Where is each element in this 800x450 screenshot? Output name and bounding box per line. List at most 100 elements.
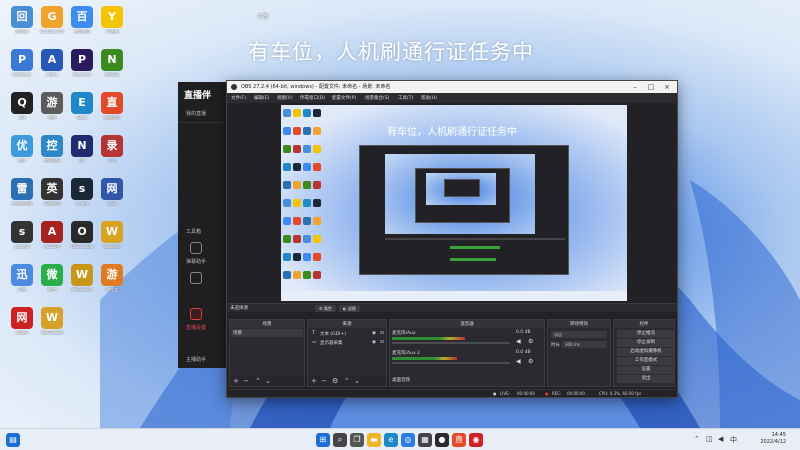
desktop-icon[interactable]: 直直播伴侣: [94, 92, 130, 120]
network-icon[interactable]: ◫: [706, 435, 713, 443]
obs-titlebar[interactable]: OBS 27.2.4 (64-bit, windows) - 配置文件: 未命名…: [227, 81, 677, 93]
filters-button[interactable]: ◐ 滤镜: [339, 305, 360, 312]
gear-icon[interactable]: ⚙: [528, 339, 534, 345]
lock-icon[interactable]: ⊡: [380, 340, 384, 345]
live-app-item-danmu[interactable]: 弹幕助手: [186, 258, 206, 265]
live-app-item-settings[interactable]: 直播设置: [186, 324, 206, 331]
mixer-channel-1-slider[interactable]: [392, 342, 510, 344]
desktop-icon[interactable]: 游游戏盒: [94, 264, 130, 292]
recycle-bin-icon: 回: [11, 6, 33, 28]
desktop-icon[interactable]: 录录屏: [94, 135, 130, 163]
browser-icon[interactable]: ◎: [401, 433, 415, 447]
exit-button[interactable]: 退出: [617, 375, 675, 383]
desktop-icon[interactable]: 网网易: [94, 178, 130, 206]
taskbar-clock[interactable]: 14:45 2022/4/12: [760, 432, 786, 446]
menu-view[interactable]: 视图(V): [277, 95, 293, 101]
input-method-icon[interactable]: 中: [730, 435, 737, 445]
live-app-item-toolbox[interactable]: 工具箱: [186, 228, 201, 235]
chevron-up-icon[interactable]: ⌃: [694, 435, 700, 443]
move-down-icon[interactable]: ⌄: [265, 377, 271, 385]
menu-file[interactable]: 文件(F): [231, 95, 246, 101]
add-scene-icon[interactable]: +: [233, 377, 239, 385]
lock-icon[interactable]: ⊡: [380, 331, 384, 336]
menu-docks[interactable]: 停靠窗口(D): [300, 95, 325, 101]
close-icon[interactable]: ×: [661, 82, 673, 92]
player-icon: P: [11, 49, 33, 71]
menu-profile[interactable]: 配置文件(P): [332, 95, 356, 101]
preview-desktop-icon: [283, 127, 291, 135]
obs-icon[interactable]: ●: [435, 433, 449, 447]
source-settings-icon[interactable]: ⚙: [332, 377, 338, 385]
desktop-icon-grid: 回回收站 G Godotte GO 百百度网盘 Y YY直播 P PotPlayer A Aloh…: [0, 0, 130, 428]
visibility-eye-icon[interactable]: ◉: [372, 340, 376, 345]
gear-icon[interactable]: ⚙: [528, 359, 534, 365]
stop-streaming-button[interactable]: 停止推流: [617, 330, 675, 338]
desktop-icon[interactable]: W WeGame: [94, 221, 130, 249]
transition-type-select[interactable]: 淡出: [551, 331, 607, 338]
remove-scene-icon[interactable]: −: [243, 377, 249, 385]
desktop-icon[interactable]: W WeGame版: [34, 307, 70, 335]
properties-button[interactable]: ⚙ 属性: [315, 305, 336, 312]
preview-desktop-icon: [303, 253, 311, 261]
display-source-icon: ▭: [312, 340, 317, 345]
widgets-icon[interactable]: ▤: [6, 433, 20, 447]
live-app-item-my-live[interactable]: 我的直播: [186, 110, 206, 117]
menu-help[interactable]: 帮助(H): [421, 95, 437, 101]
duration-input[interactable]: 300 ms: [562, 341, 607, 348]
nested-divider: [385, 238, 565, 240]
preview-desktop-icon: [283, 217, 291, 225]
menu-scene-collection[interactable]: 场景集合(S): [365, 95, 389, 101]
source-row[interactable]: ▭ 显示器采集 ◉ ⊡: [310, 339, 386, 347]
source-display-capture: 显示器采集: [320, 341, 343, 346]
menu-tools[interactable]: 工具(T): [398, 95, 413, 101]
source-toolbar: 未选择源 ⚙ 属性 ◐ 滤镜: [227, 303, 677, 312]
visibility-eye-icon[interactable]: ◉: [372, 331, 376, 336]
search-icon[interactable]: ⌕: [333, 433, 347, 447]
nested-obs-window-3: [444, 179, 480, 197]
preview-desktop-icon: [283, 163, 291, 171]
desktop-icon-label: WeGame: [102, 244, 122, 249]
menu-edit[interactable]: 编辑(E): [254, 95, 269, 101]
preview-desktop-icon: [293, 127, 301, 135]
live-icon: 直: [101, 92, 123, 114]
store-icon[interactable]: ▦: [418, 433, 432, 447]
move-up-icon[interactable]: ⌃: [344, 377, 350, 385]
lol-icon: 英: [41, 178, 63, 200]
app-icon[interactable]: ◉: [469, 433, 483, 447]
remove-source-icon[interactable]: −: [321, 377, 327, 385]
live-icon[interactable]: 直: [452, 433, 466, 447]
mixer-channel-2-slider[interactable]: [392, 362, 510, 364]
gift-icon[interactable]: [190, 272, 202, 284]
task-view-icon[interactable]: ❐: [350, 433, 364, 447]
obs-window[interactable]: OBS 27.2.4 (64-bit, windows) - 配置文件: 未命名…: [226, 80, 678, 398]
source-text-gdi: 文本 (GDI+): [320, 332, 346, 337]
studio-mode-button[interactable]: 工作室模式: [617, 357, 675, 365]
desktop-icon-label: YY直播: [105, 29, 119, 34]
danmu-assistant-icon[interactable]: [190, 242, 202, 254]
start-virtual-camera-button[interactable]: 启动虚拟摄像机: [617, 348, 675, 356]
add-source-icon[interactable]: +: [311, 377, 317, 385]
preview-desktop-icon: [293, 217, 301, 225]
rec-label: REC:: [552, 391, 562, 396]
mixer-desktop-audio: 桌面音频: [392, 378, 410, 383]
speaker-icon[interactable]: ◀: [516, 339, 522, 345]
obs-preview[interactable]: 有车位，人机刷通行证任务中: [281, 105, 627, 301]
live-settings-icon[interactable]: [190, 308, 202, 320]
live-app-logo: 直播伴: [184, 91, 212, 101]
source-row[interactable]: T 文本 (GDI+) ◉ ⊡: [310, 330, 386, 338]
desktop-icon[interactable]: Y YY直播: [94, 6, 130, 34]
settings-button[interactable]: 设置: [617, 366, 675, 374]
move-down-icon[interactable]: ⌄: [354, 377, 360, 385]
maximize-icon[interactable]: □: [645, 82, 657, 92]
move-up-icon[interactable]: ⌃: [255, 377, 261, 385]
speaker-icon[interactable]: ◀: [516, 359, 522, 365]
stop-recording-button[interactable]: 停止录制: [617, 339, 675, 347]
desktop-icon[interactable]: N NVIDIA: [94, 49, 130, 77]
explorer-icon[interactable]: ▬: [367, 433, 381, 447]
edge-icon[interactable]: e: [384, 433, 398, 447]
volume-icon[interactable]: ◀: [718, 435, 723, 443]
scene-row[interactable]: 场景: [231, 329, 303, 337]
mixer-channel-2-db: 0.0 dB: [516, 350, 531, 355]
minimize-icon[interactable]: –: [629, 82, 641, 92]
start-icon[interactable]: ⊞: [316, 433, 330, 447]
